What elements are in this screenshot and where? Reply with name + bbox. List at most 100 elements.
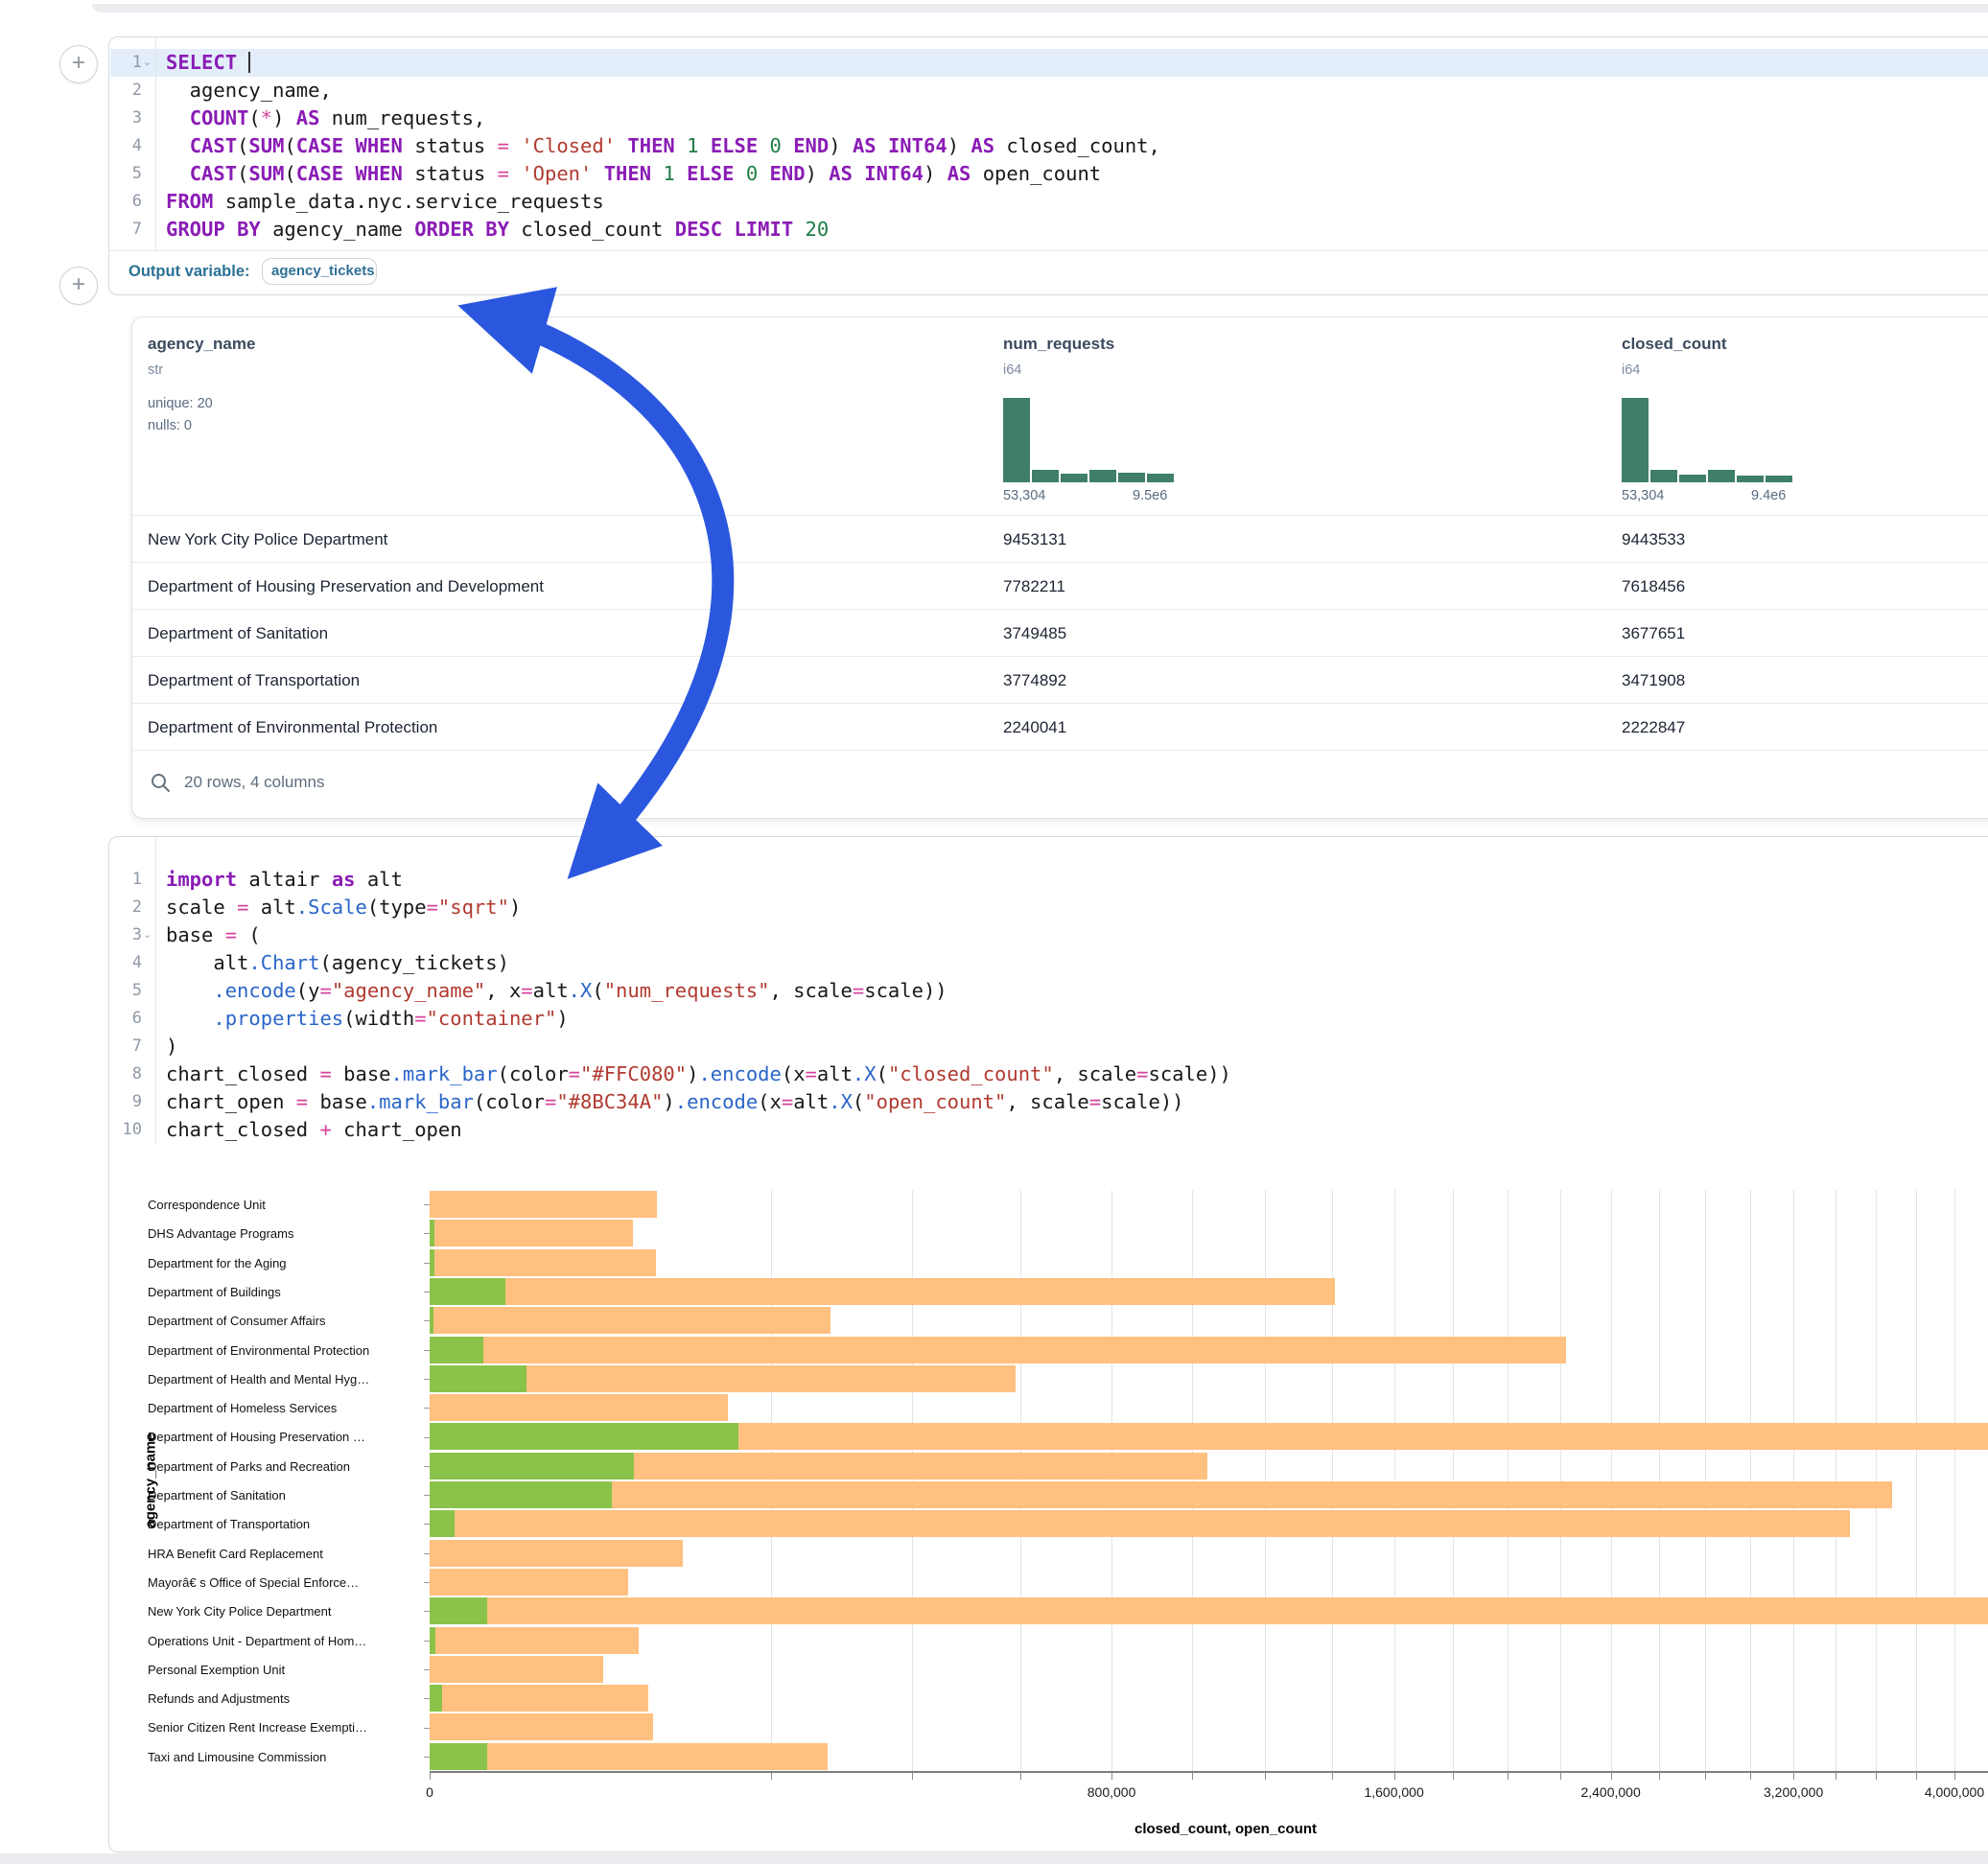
code-line[interactable]: FROM sample_data.nyc.service_requests	[166, 188, 1988, 216]
line-number: 7	[109, 1033, 155, 1060]
search-icon[interactable]	[149, 771, 172, 794]
code-line[interactable]: SELECT	[166, 49, 1988, 77]
line-number: 3	[109, 105, 155, 132]
bar-row	[430, 1423, 1988, 1450]
previous-cell-edge	[92, 4, 1988, 12]
y-axis-label: HRA Benefit Card Replacement	[148, 1539, 418, 1569]
x-axis-tick	[1750, 1773, 1751, 1780]
code-line[interactable]: CAST(SUM(CASE WHEN status = 'Closed' THE…	[166, 132, 1988, 160]
table-cell: 7782211	[1003, 563, 1065, 610]
table-cell: 3774892	[1003, 657, 1066, 704]
y-axis-tick	[424, 1292, 430, 1293]
open-count-bar	[430, 1365, 526, 1392]
x-axis-tick-label: 2,400,000	[1580, 1784, 1640, 1800]
fold-chevron-icon[interactable]: ⌄	[143, 49, 154, 77]
line-number: 2	[109, 894, 155, 921]
x-axis-tick	[1453, 1773, 1454, 1780]
y-axis-label: Department of Consumer Affairs	[148, 1306, 418, 1336]
y-axis-label: Mayorâ€ s Office of Special Enforce…	[148, 1568, 418, 1597]
gridline	[1705, 1190, 1706, 1771]
x-axis-tick	[1954, 1773, 1955, 1780]
closed-count-bar	[430, 1394, 728, 1421]
code-line[interactable]: )	[166, 1033, 1988, 1060]
x-axis-tick	[1020, 1773, 1021, 1780]
output-variable-row: Output variable: agency_tickets	[109, 250, 1988, 295]
x-axis-tick	[1394, 1773, 1395, 1780]
code-line[interactable]: .properties(width="container")	[166, 1005, 1988, 1033]
y-axis-label: New York City Police Department	[148, 1596, 418, 1626]
open-count-bar	[430, 1510, 455, 1537]
column-stat: nulls: 0	[148, 418, 192, 433]
table-cell: Department of Environmental Protection	[148, 704, 437, 751]
y-axis-tick	[424, 1263, 430, 1264]
y-axis-label: Taxi and Limousine Commission	[148, 1742, 418, 1772]
y-axis-tick	[424, 1379, 430, 1380]
x-axis-tick	[1265, 1773, 1266, 1780]
histogram-bar	[1650, 470, 1677, 482]
y-axis-tick	[424, 1553, 430, 1554]
y-axis-label: Personal Exemption Unit	[148, 1655, 418, 1685]
x-axis-tick	[912, 1773, 913, 1780]
gridline	[1111, 1190, 1112, 1771]
y-axis-tick	[424, 1641, 430, 1642]
code-line[interactable]: CAST(SUM(CASE WHEN status = 'Open' THEN …	[166, 160, 1988, 188]
query-results-table: agency_namestrunique: 20nulls: 0num_requ…	[131, 316, 1988, 819]
closed-count-bar	[430, 1220, 633, 1247]
histogram-bar	[1766, 476, 1792, 482]
line-number: 9	[109, 1088, 155, 1116]
python-code-cell[interactable]: 123⌄45678910 import altair as altscale =…	[108, 836, 1988, 1852]
x-axis-tick	[1659, 1773, 1660, 1780]
column-header-num_requests[interactable]: num_requests	[1003, 335, 1114, 354]
histogram-bar	[1679, 475, 1706, 482]
add-cell-button-top[interactable]: +	[59, 45, 98, 83]
code-line[interactable]: alt.Chart(agency_tickets)	[166, 949, 1988, 977]
sql-code-cell[interactable]: 1⌄234567 SELECT agency_name, COUNT(*) AS…	[108, 36, 1988, 295]
code-line[interactable]: chart_open = base.mark_bar(color="#8BC34…	[166, 1088, 1988, 1116]
code-line[interactable]: .encode(y="agency_name", x=alt.X("num_re…	[166, 977, 1988, 1005]
y-axis-tick	[424, 1233, 430, 1234]
y-axis-label: Department of Homeless Services	[148, 1393, 418, 1423]
code-line[interactable]: scale = alt.Scale(type="sqrt")	[166, 894, 1988, 921]
x-axis-tick-label: 1,600,000	[1364, 1784, 1423, 1800]
add-cell-button-middle[interactable]: +	[59, 267, 98, 305]
open-count-bar	[430, 1481, 612, 1508]
table-cell: Department of Housing Preservation and D…	[148, 563, 544, 610]
closed-count-bar	[430, 1337, 1566, 1363]
table-cell: 2222847	[1622, 704, 1685, 751]
code-line[interactable]: GROUP BY agency_name ORDER BY closed_cou…	[166, 216, 1988, 244]
code-line[interactable]: COUNT(*) AS num_requests,	[166, 105, 1988, 132]
closed-count-bar	[430, 1656, 603, 1683]
closed-count-bar	[430, 1713, 653, 1740]
open-count-bar	[430, 1453, 634, 1480]
code-line[interactable]: base = (	[166, 921, 1988, 949]
table-cell: 3749485	[1003, 610, 1066, 657]
bar-row	[430, 1510, 1988, 1537]
column-header-agency_name[interactable]: agency_name	[148, 335, 255, 354]
bar-row	[430, 1743, 1988, 1770]
fold-chevron-icon[interactable]: ⌄	[143, 921, 154, 949]
bar-row	[430, 1278, 1988, 1305]
closed-count-bar	[430, 1569, 628, 1596]
code-line[interactable]: chart_closed + chart_open	[166, 1116, 1988, 1144]
code-line[interactable]: chart_closed = base.mark_bar(color="#FFC…	[166, 1060, 1988, 1088]
column-header-closed_count[interactable]: closed_count	[1622, 335, 1727, 354]
x-axis-tick	[1916, 1773, 1917, 1780]
table-row: Department of Transportation377489234719…	[132, 656, 1988, 704]
table-cell: 2240041	[1003, 704, 1066, 751]
table-row: Department of Housing Preservation and D…	[132, 562, 1988, 610]
gridline	[1020, 1190, 1021, 1771]
y-axis-tick	[424, 1466, 430, 1467]
closed-count-bar	[430, 1307, 830, 1334]
table-cell: New York City Police Department	[148, 516, 387, 563]
table-cell: 9453131	[1003, 516, 1066, 563]
closed-count-bar	[430, 1627, 639, 1654]
histogram-bar	[1089, 470, 1116, 482]
output-variable-pill[interactable]: agency_tickets	[262, 258, 377, 285]
open-count-bar	[430, 1220, 434, 1247]
code-line[interactable]: agency_name,	[166, 77, 1988, 105]
bar-row	[430, 1249, 1988, 1276]
y-axis-label: Correspondence Unit	[148, 1190, 418, 1220]
code-line[interactable]: import altair as alt	[166, 866, 1988, 894]
gridline	[1192, 1190, 1193, 1771]
histogram-min-label: 53,304	[1003, 488, 1045, 503]
